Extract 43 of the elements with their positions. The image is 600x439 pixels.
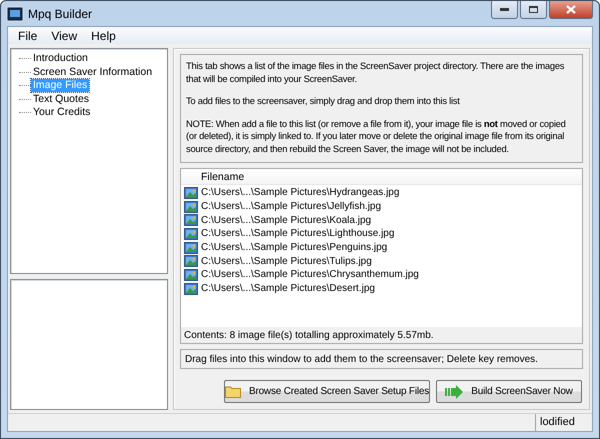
browse-button[interactable]: Browse Created Screen Saver Setup Files	[224, 380, 430, 403]
file-path[interactable]: C:\Users\...\Sample Pictures\Chrysanthemum.jpg	[201, 269, 419, 280]
window-title: Mpq Builder	[28, 6, 92, 20]
image-file-icon	[184, 268, 198, 281]
image-file-icon	[184, 214, 198, 226]
menu-item[interactable]: Help	[84, 28, 123, 42]
minimize-button[interactable]	[491, 1, 518, 19]
description-text: NOTE: When add a file to this list (or remove a file from it), your image file is not moved or copied (or deleted), it is simply linked to. If you later move or delete the original image file from its original source directory, and then rebuild the Screen Saver, the image will not be included.	[186, 118, 567, 155]
image-file-icon	[184, 282, 198, 295]
maximize-button[interactable]	[520, 1, 547, 19]
menu-item[interactable]: File	[11, 28, 44, 42]
hint-text: Drag files into this window to add them to the screensaver; Delete key removes.	[180, 349, 583, 369]
file-path[interactable]: C:\Users\...\Sample Pictures\Desert.jpg	[201, 283, 375, 294]
minimize-icon	[500, 8, 509, 11]
tree-item[interactable]: Screen Saver Information	[31, 66, 154, 79]
tree-item[interactable]: Text Quotes	[31, 92, 92, 106]
arrow-icon	[445, 384, 464, 398]
tree-item[interactable]: Your Credits	[31, 106, 92, 120]
maximize-icon	[529, 6, 538, 13]
image-file-icon	[184, 228, 198, 240]
file-path[interactable]: C:\Users\...\Sample Pictures\Hydrangeas.jpg	[201, 187, 400, 198]
image-file-icon	[184, 242, 198, 254]
menu-item[interactable]: View	[44, 28, 84, 42]
close-icon	[566, 5, 576, 14]
description-text: To add files to the screensaver, simply drag and drop them into this list	[186, 95, 461, 108]
file-path[interactable]: C:\Users\...\Sample Pictures\Penguins.jpg	[201, 242, 388, 254]
image-file-icon	[184, 186, 198, 199]
file-list[interactable]	[180, 168, 583, 344]
file-path[interactable]: C:\Users\...\Sample Pictures\Koala.jpg	[201, 214, 372, 226]
app-icon	[7, 6, 23, 20]
close-button[interactable]	[549, 1, 593, 19]
column-header[interactable]: Filename	[181, 169, 582, 185]
image-file-icon	[184, 255, 198, 268]
image-file-icon	[184, 200, 198, 213]
file-path[interactable]: C:\Users\...\Sample Pictures\Tulips.jpg	[201, 256, 372, 267]
folder-icon	[224, 385, 241, 398]
file-path[interactable]: C:\Users\...\Sample Pictures\Lighthouse.jpg	[201, 228, 394, 240]
build-button[interactable]: Build ScreenSaver Now	[436, 380, 582, 403]
list-summary: Contents: 8 image file(s) totalling approximately 5.57mb.	[181, 327, 582, 343]
file-path[interactable]: C:\Users\...\Sample Pictures\Jellyfish.jpg	[201, 201, 382, 212]
tree-item[interactable]: Introduction	[31, 52, 90, 66]
status-text: lodified	[535, 414, 592, 431]
description-text: This tab shows a list of the image files in the ScreenSaver project directory. There are the images that will be compiled into your ScreenSaver.	[186, 60, 566, 85]
